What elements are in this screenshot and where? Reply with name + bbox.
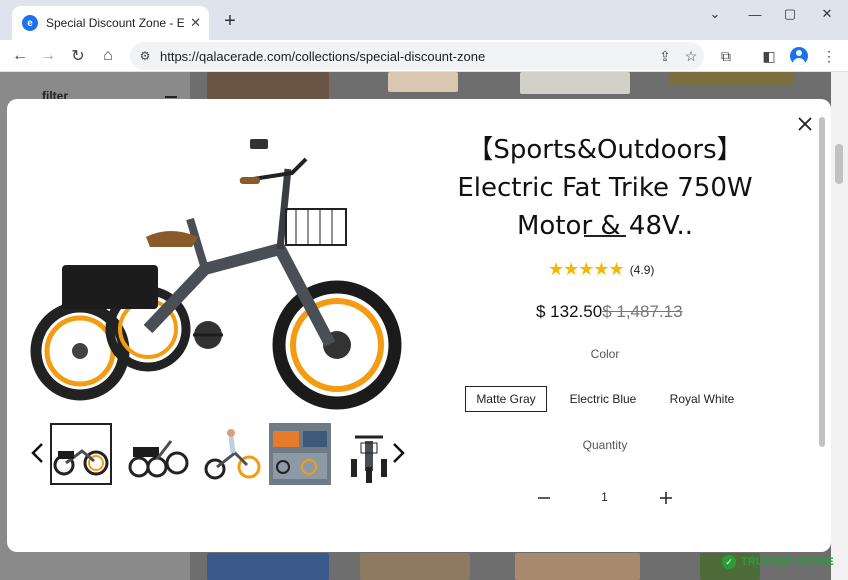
product-card-image[interactable]: [207, 553, 329, 580]
menu-icon[interactable]: ⋮: [817, 44, 841, 68]
trusted-store-label: TRUSTED STORE: [741, 556, 834, 568]
browser-toolbar: ← → ↻ ⌂ ⚙ https://qalacerade.com/collect…: [0, 40, 848, 72]
title-divider: [584, 235, 626, 237]
product-card-image[interactable]: [520, 72, 630, 94]
quantity-increase-button[interactable]: [655, 487, 677, 509]
reload-icon[interactable]: ↻: [66, 44, 90, 68]
tab-search-chevron-icon[interactable]: ⌄: [698, 4, 732, 24]
share-icon[interactable]: ⇪: [652, 48, 678, 65]
minimize-button[interactable]: —: [738, 4, 772, 24]
thumbnail-1[interactable]: [50, 423, 112, 485]
product-card-image[interactable]: [207, 72, 329, 100]
profile-icon[interactable]: [787, 44, 811, 68]
address-bar[interactable]: ⚙ https://qalacerade.com/collections/spe…: [130, 42, 704, 70]
modal-close-icon[interactable]: [794, 113, 816, 135]
variant-royal-white[interactable]: Royal White: [662, 386, 742, 412]
filter-collapse-icon[interactable]: [165, 96, 177, 98]
browser-tab[interactable]: e Special Discount Zone - Econ-M ✕: [12, 6, 209, 40]
back-icon[interactable]: ←: [8, 44, 32, 68]
rating-value: (4.9): [629, 262, 655, 277]
extensions-icon[interactable]: ⧉: [714, 44, 738, 68]
modal-scrollbar[interactable]: [817, 113, 827, 543]
price-row: $ 132.50 $ 1,487.13: [536, 302, 683, 322]
thumbnail-5[interactable]: [349, 423, 389, 485]
product-card-image[interactable]: [388, 72, 458, 92]
sale-price: $ 132.50: [536, 302, 603, 321]
color-label: Color: [590, 347, 620, 361]
variant-electric-blue[interactable]: Electric Blue: [563, 386, 643, 412]
thumbnail-2[interactable]: [127, 423, 189, 485]
page-scrollbar-thumb[interactable]: [835, 144, 843, 184]
window-close-button[interactable]: ✕: [810, 4, 844, 24]
product-rating[interactable]: ★★★★★ (4.9): [548, 259, 654, 280]
thumbnail-3[interactable]: [201, 423, 263, 485]
product-card-image[interactable]: [515, 553, 640, 580]
product-card-image[interactable]: [670, 72, 794, 86]
carousel-prev-icon[interactable]: [27, 439, 47, 467]
thumbnail-carousel: [27, 423, 407, 487]
product-main-image[interactable]: [30, 129, 410, 419]
variant-matte-gray[interactable]: Matte Gray: [465, 386, 547, 412]
thumbnail-4[interactable]: [269, 423, 331, 485]
quantity-decrease-button[interactable]: [533, 487, 555, 509]
new-tab-button[interactable]: +: [218, 9, 242, 33]
quantity-label: Quantity: [582, 438, 628, 452]
product-title: 【Sports&Outdoors】Electric Fat Trike 750W…: [457, 135, 753, 241]
compare-at-price: $ 1,487.13: [602, 302, 683, 321]
tab-title: Special Discount Zone - Econ-M: [46, 16, 185, 30]
quick-view-modal: 【Sports&Outdoors】Electric Fat Trike 750W…: [7, 99, 831, 552]
bookmark-star-icon[interactable]: ☆: [678, 48, 704, 65]
modal-scrollbar-thumb[interactable]: [819, 117, 825, 447]
url-text[interactable]: https://qalacerade.com/collections/speci…: [160, 49, 652, 64]
maximize-button[interactable]: ▢: [773, 4, 807, 24]
home-icon[interactable]: ⌂: [96, 44, 120, 68]
site-info-icon[interactable]: ⚙: [130, 49, 160, 63]
forward-icon[interactable]: →: [36, 44, 60, 68]
tab-close-icon[interactable]: ✕: [190, 15, 201, 31]
shield-check-icon: ✓: [722, 555, 736, 569]
rating-stars-icon: ★★★★★: [548, 259, 625, 279]
page-scrollbar[interactable]: [831, 72, 848, 580]
product-card-image[interactable]: [360, 553, 470, 580]
quantity-value[interactable]: 1: [597, 490, 612, 504]
carousel-next-icon[interactable]: [389, 439, 409, 467]
side-panel-icon[interactable]: ◧: [757, 44, 781, 68]
browser-titlebar: e Special Discount Zone - Econ-M ✕ + ⌄ —…: [0, 0, 848, 40]
site-favicon-icon: e: [22, 15, 38, 31]
trusted-store-badge[interactable]: ✓ TRUSTED STORE: [722, 553, 834, 571]
